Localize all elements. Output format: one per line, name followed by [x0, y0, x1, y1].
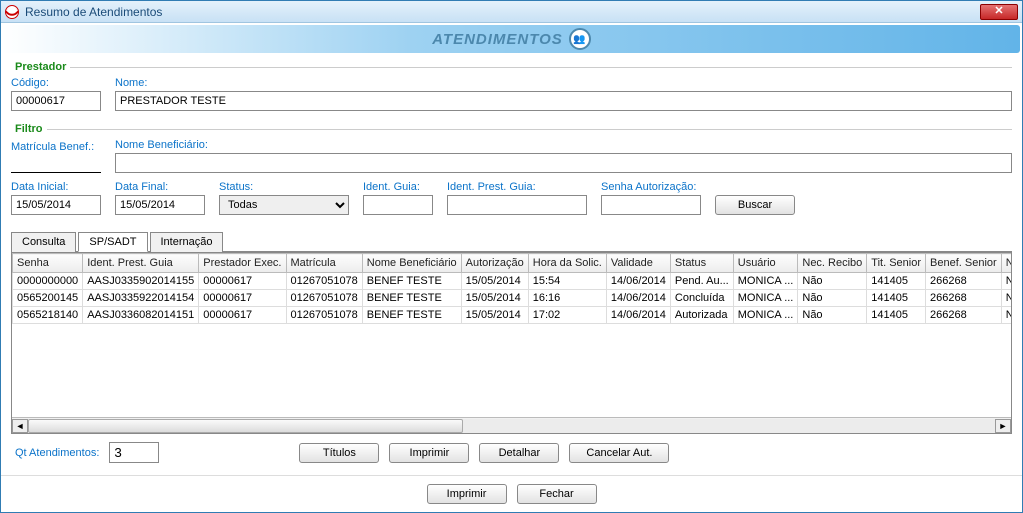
- codigo-label: Código:: [11, 77, 101, 89]
- nome-label: Nome:: [115, 77, 1012, 89]
- tabs: Consulta SP/SADT Internação: [11, 231, 1012, 252]
- tab-spsadt[interactable]: SP/SADT: [78, 232, 147, 252]
- column-header[interactable]: Nec. Recibo: [798, 254, 867, 273]
- tab-internacao[interactable]: Internação: [150, 232, 224, 252]
- column-header[interactable]: Nome Beneficiário: [362, 254, 461, 273]
- senha-label: Senha Autorização:: [601, 181, 701, 193]
- column-header[interactable]: Usuário: [733, 254, 798, 273]
- banner-text: ATENDIMENTOS: [432, 31, 563, 48]
- detalhar-button[interactable]: Detalhar: [479, 443, 559, 463]
- prestador-group: Prestador Código: Nome:: [11, 61, 1012, 117]
- app-icon: [5, 5, 19, 19]
- results-table: SenhaIdent. Prest. GuiaPrestador Exec.Ma…: [12, 253, 1011, 324]
- column-header[interactable]: Status: [670, 254, 733, 273]
- dataini-input[interactable]: [11, 195, 101, 215]
- people-icon: 👥: [569, 28, 591, 50]
- fechar-button[interactable]: Fechar: [517, 484, 597, 504]
- filtro-group: Filtro Matrícula Benef.: Nome Beneficiár…: [11, 123, 1012, 221]
- identguia-label: Ident. Guia:: [363, 181, 433, 193]
- identprestguia-label: Ident. Prest. Guia:: [447, 181, 587, 193]
- table-row[interactable]: 0565218140AASJ03360820141510000061701267…: [13, 307, 1012, 324]
- close-button[interactable]: ✕: [980, 4, 1018, 20]
- app-window: Resumo de Atendimentos ✕ ATENDIMENTOS 👥 …: [0, 0, 1023, 513]
- dataini-label: Data Inicial:: [11, 181, 101, 193]
- column-header[interactable]: Tit. Senior: [867, 254, 926, 273]
- qt-value[interactable]: [109, 442, 159, 463]
- horizontal-scrollbar[interactable]: ◄ ►: [12, 417, 1011, 433]
- datafim-label: Data Final:: [115, 181, 205, 193]
- imprimir-button[interactable]: Imprimir: [427, 484, 507, 504]
- nome-input[interactable]: [115, 91, 1012, 111]
- datafim-input[interactable]: [115, 195, 205, 215]
- column-header[interactable]: Prestador Exec.: [199, 254, 286, 273]
- column-header[interactable]: Negociação: [1001, 254, 1011, 273]
- column-header[interactable]: Autorização: [461, 254, 528, 273]
- status-select[interactable]: Todas: [219, 195, 349, 215]
- column-header[interactable]: Benef. Senior: [926, 254, 1002, 273]
- titulos-button[interactable]: Títulos: [299, 443, 379, 463]
- prestador-legend: Prestador: [11, 61, 70, 73]
- column-header[interactable]: Matrícula: [286, 254, 362, 273]
- imprimir-grid-button[interactable]: Imprimir: [389, 443, 469, 463]
- table-row[interactable]: 0565200145AASJ03359220141540000061701267…: [13, 290, 1012, 307]
- column-header[interactable]: Senha: [13, 254, 83, 273]
- column-header[interactable]: Validade: [606, 254, 670, 273]
- cancelar-aut-button[interactable]: Cancelar Aut.: [569, 443, 669, 463]
- identguia-input[interactable]: [363, 195, 433, 215]
- senha-input[interactable]: [601, 195, 701, 215]
- grid: SenhaIdent. Prest. GuiaPrestador Exec.Ma…: [11, 252, 1012, 434]
- window-title: Resumo de Atendimentos: [25, 5, 980, 19]
- matricula-label: Matrícula Benef.:: [11, 141, 101, 153]
- bottom-bar: Imprimir Fechar: [1, 475, 1022, 512]
- table-row[interactable]: 0000000000AASJ03359020141550000061701267…: [13, 273, 1012, 290]
- grid-footer: Qt Atendimentos: Títulos Imprimir Detalh…: [11, 434, 1012, 471]
- tab-consulta[interactable]: Consulta: [11, 232, 76, 252]
- banner: ATENDIMENTOS 👥: [3, 25, 1020, 53]
- status-label: Status:: [219, 181, 349, 193]
- filtro-legend: Filtro: [11, 123, 47, 135]
- nomebenef-input[interactable]: [115, 153, 1012, 173]
- buscar-button[interactable]: Buscar: [715, 195, 795, 215]
- scroll-left-icon[interactable]: ◄: [12, 419, 28, 433]
- matricula-input[interactable]: [11, 155, 101, 173]
- column-header[interactable]: Hora da Solic.: [528, 254, 606, 273]
- scroll-thumb[interactable]: [28, 419, 463, 433]
- titlebar: Resumo de Atendimentos ✕: [1, 1, 1022, 23]
- scroll-right-icon[interactable]: ►: [995, 419, 1011, 433]
- qt-label: Qt Atendimentos:: [15, 447, 99, 459]
- codigo-input[interactable]: [11, 91, 101, 111]
- nomebenef-label: Nome Beneficiário:: [115, 139, 1012, 151]
- identprestguia-input[interactable]: [447, 195, 587, 215]
- column-header[interactable]: Ident. Prest. Guia: [83, 254, 199, 273]
